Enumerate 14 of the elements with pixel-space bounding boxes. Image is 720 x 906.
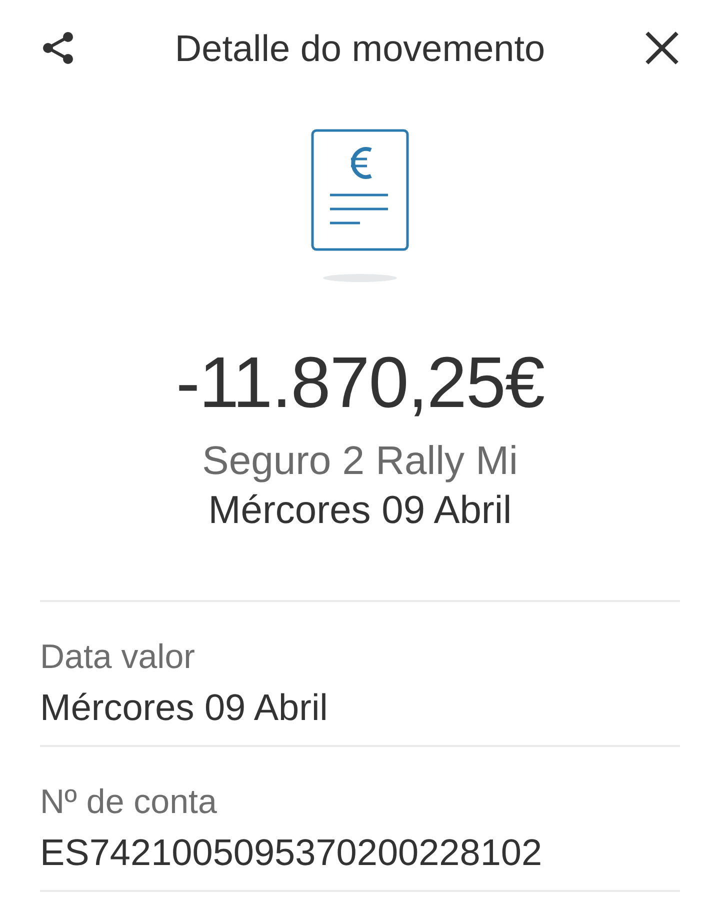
- shadow-icon: [323, 274, 397, 282]
- document-euro-icon: [311, 129, 409, 251]
- close-button[interactable]: [644, 30, 680, 66]
- share-button[interactable]: [40, 30, 76, 66]
- close-icon: [644, 31, 679, 65]
- detail-label: Data valor: [40, 640, 195, 674]
- detail-label: Nº de conta: [40, 785, 217, 819]
- date-text: Mércores 09 Abril: [208, 491, 512, 530]
- concept-text: Seguro 2 Rally Mi: [202, 441, 518, 481]
- detail-value: ES7421005095370200228102: [40, 834, 542, 871]
- detail-value: Mércores 09 Abril: [40, 689, 328, 726]
- page-title: Detalle do movemento: [174, 30, 546, 66]
- share-icon: [41, 31, 75, 65]
- amount-text: -11.870,25€: [176, 347, 544, 419]
